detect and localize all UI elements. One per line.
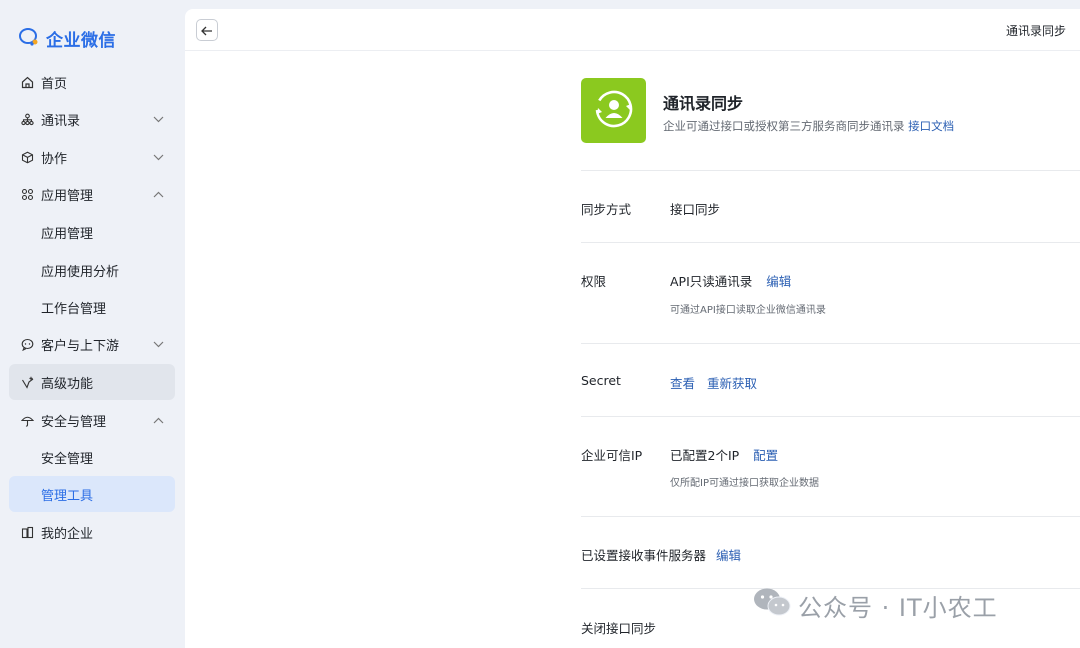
sidebar-item-label: 管理工具 (41, 488, 94, 504)
divider (581, 242, 1080, 243)
disable-api-sync-link[interactable]: 关闭接口同步 (581, 618, 656, 637)
logo-text: 企业微信 (46, 31, 116, 51)
event-server-label: 已设置接收事件服务器 (581, 548, 707, 563)
sidebar-item-my-enterprise[interactable]: 我的企业 (9, 514, 175, 550)
sidebar-item-label: 工作台管理 (41, 301, 107, 317)
sidebar-item-customers[interactable]: 客户与上下游 (9, 326, 175, 362)
chevron-up-icon (153, 191, 165, 198)
sidebar-item-label: 应用管理 (41, 226, 94, 242)
sync-settings: 通讯录同步 企业可通过接口或授权第三方服务商同步通讯录 接口文档 同步方式 接口… (581, 9, 1080, 648)
sidebar-subitem-app-usage-analysis[interactable]: 应用使用分析 (9, 252, 175, 288)
edit-permission-link[interactable]: 编辑 (766, 274, 791, 289)
watermark-text: 公众号 · IT小农工 (798, 593, 998, 622)
trusted-ip-value-group: 已配置2个IP 配置 (670, 445, 778, 464)
sidebar-item-advanced[interactable]: 高级功能 (9, 364, 175, 400)
event-server-row: 已设置接收事件服务器 编辑 (581, 545, 741, 564)
back-button[interactable] (196, 19, 218, 41)
divider (581, 343, 1080, 344)
permission-value-group: API只读通讯录 编辑 (670, 271, 791, 290)
home-icon (19, 76, 35, 89)
chevron-down-icon (153, 154, 165, 161)
view-secret-link[interactable]: 查看 (670, 376, 695, 391)
sidebar-item-collab[interactable]: 协作 (9, 139, 175, 175)
sidebar-item-label: 我的企业 (41, 526, 94, 542)
sidebar-item-label: 协作 (41, 151, 68, 167)
permission-label: 权限 (581, 274, 607, 289)
app-description: 企业可通过接口或授权第三方服务商同步通讯录 接口文档 (663, 118, 954, 134)
cube-icon (19, 151, 35, 164)
sync-method-value: 接口同步 (670, 202, 721, 217)
trusted-ip-hint: 仅所配IP可通过接口获取企业数据 (670, 478, 819, 489)
watermark: 公众号 · IT小农工 (752, 586, 998, 624)
sidebar-subitem-security-management[interactable]: 安全管理 (9, 439, 175, 475)
chevron-down-icon (153, 341, 165, 348)
app-title: 通讯录同步 (663, 94, 744, 113)
sidebar-subitem-management-tools[interactable]: 管理工具 (9, 476, 175, 512)
main-panel: 通讯录同步 通讯录同步 企业可通过接口或授权第三方服务商同步通讯录 接口文档 同… (185, 9, 1080, 648)
regenerate-secret-link[interactable]: 重新获取 (707, 376, 757, 391)
arrow-left-icon (201, 21, 213, 40)
sparkle-icon (19, 376, 35, 389)
trusted-ip-value: 已配置2个IP (670, 448, 740, 463)
divider (581, 170, 1080, 171)
wecom-logo-icon (18, 27, 40, 51)
secret-actions: 查看 重新获取 (670, 373, 757, 392)
sidebar-item-label: 安全管理 (41, 451, 94, 467)
sidebar-item-label: 通讯录 (41, 113, 81, 129)
edit-event-server-link[interactable]: 编辑 (716, 548, 741, 563)
api-doc-link[interactable]: 接口文档 (908, 119, 954, 133)
sidebar-item-label: 高级功能 (41, 376, 94, 392)
permission-value: API只读通讯录 (670, 274, 753, 289)
sidebar-item-app-management[interactable]: 应用管理 (9, 176, 175, 212)
chat-bubble-icon (19, 338, 35, 351)
sidebar-item-label: 首页 (41, 76, 68, 92)
sidebar-item-label: 客户与上下游 (41, 338, 120, 354)
sync-method-label: 同步方式 (581, 202, 632, 217)
description-text: 企业可通过接口或授权第三方服务商同步通讯录 (663, 119, 905, 133)
sidebar: 企业微信 首页 通讯录 协作 应用管理 应用管理 应用使用分析 工作台管理 客户… (0, 0, 185, 648)
umbrella-icon (19, 414, 35, 427)
configure-ip-link[interactable]: 配置 (753, 448, 778, 463)
logo[interactable]: 企业微信 (18, 26, 116, 51)
trusted-ip-label: 企业可信IP (581, 448, 643, 463)
contact-sync-icon (593, 88, 635, 134)
sidebar-subitem-workbench[interactable]: 工作台管理 (9, 289, 175, 325)
building-icon (19, 526, 35, 539)
sidebar-item-security[interactable]: 安全与管理 (9, 402, 175, 438)
app-icon (581, 78, 646, 143)
sidebar-item-label: 应用使用分析 (41, 264, 120, 280)
chevron-up-icon (153, 417, 165, 424)
wechat-logo-icon (752, 586, 792, 624)
sidebar-item-label: 应用管理 (41, 188, 94, 204)
sidebar-item-label: 安全与管理 (41, 414, 107, 430)
sidebar-item-home[interactable]: 首页 (9, 64, 175, 100)
apps-grid-icon (19, 188, 35, 201)
sidebar-subitem-app-management[interactable]: 应用管理 (9, 214, 175, 250)
secret-label: Secret (581, 373, 621, 388)
divider (581, 516, 1080, 517)
divider (581, 416, 1080, 417)
sidebar-item-contacts[interactable]: 通讯录 (9, 101, 175, 137)
chevron-down-icon (153, 116, 165, 123)
org-chart-icon (19, 113, 35, 126)
permission-hint: 可通过API接口读取企业微信通讯录 (670, 305, 826, 316)
